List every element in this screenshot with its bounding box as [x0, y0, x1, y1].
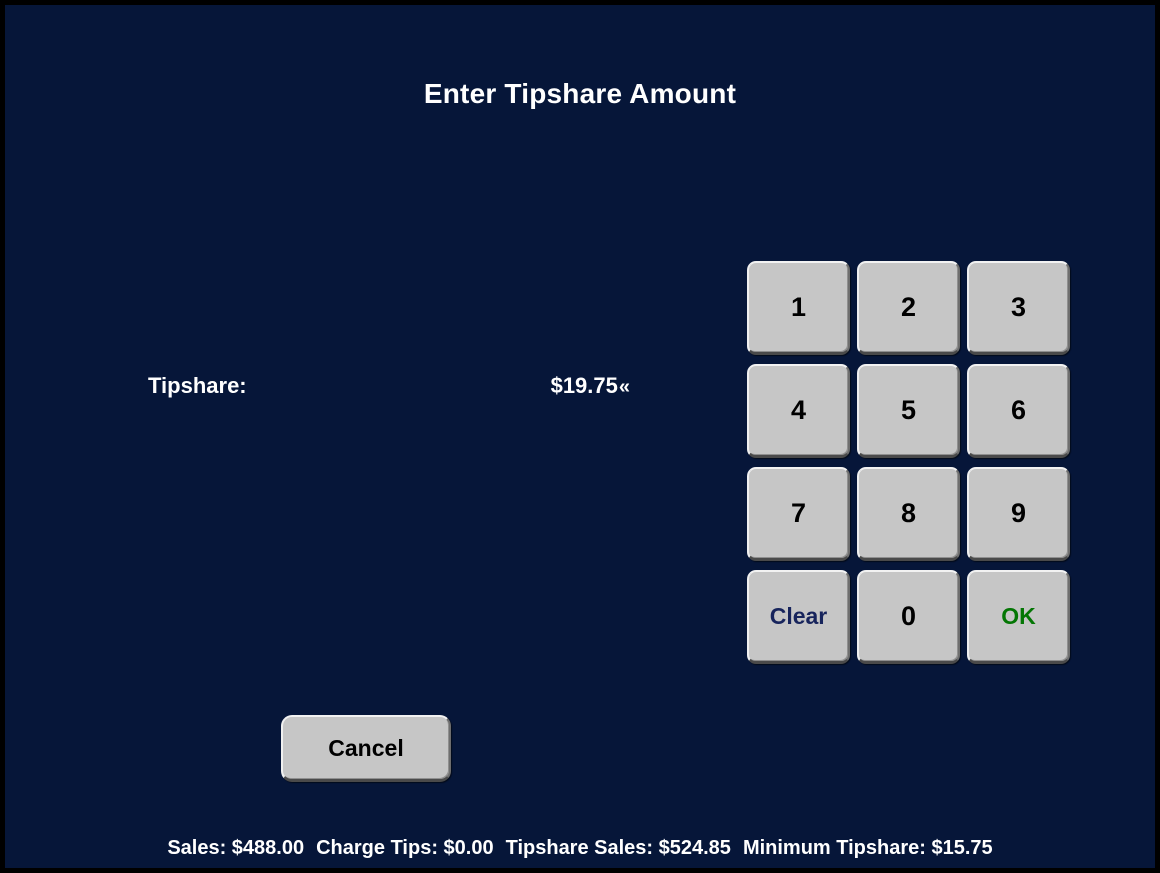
status-segment: Charge Tips: $0.00 [316, 837, 494, 859]
status-bar: Sales: $488.00 Charge Tips: $0.00 Tipshare… [5, 837, 1155, 860]
tipshare-label: Tipshare: [148, 373, 247, 398]
pos-terminal-screen: Enter Tipshare Amount Tipshare: $19.75« … [0, 0, 1160, 873]
status-segment: Minimum Tipshare: $15.75 [742, 837, 993, 859]
key-5[interactable]: 5 [857, 364, 960, 458]
key-1[interactable]: 1 [747, 261, 850, 355]
key-2-cell: 2 [857, 258, 960, 361]
key-3[interactable]: 3 [967, 261, 1070, 355]
cancel-button[interactable]: Cancel [281, 715, 451, 782]
key-6[interactable]: 6 [967, 364, 1070, 458]
key-6-cell: 6 [967, 361, 1070, 464]
dialog-canvas: Enter Tipshare Amount Tipshare: $19.75« … [5, 5, 1155, 868]
status-segment: Tipshare Sales: $524.85 [505, 837, 731, 859]
key-8-cell: 8 [857, 464, 960, 567]
cursor-marker-icon: « [618, 376, 630, 398]
key-ok-cell: OK [967, 567, 1070, 670]
key-4-cell: 4 [747, 361, 850, 464]
key-0-cell: 0 [857, 567, 960, 670]
tipshare-value: $19.75 [550, 373, 618, 398]
key-clear-cell: Clear [747, 567, 850, 670]
key-9[interactable]: 9 [967, 467, 1070, 561]
key-2[interactable]: 2 [857, 261, 960, 355]
tipshare-input[interactable]: $19.75« [335, 373, 630, 399]
key-9-cell: 9 [967, 464, 1070, 567]
key-1-cell: 1 [747, 258, 850, 361]
key-3-cell: 3 [967, 258, 1070, 361]
key-7-cell: 7 [747, 464, 850, 567]
numeric-keypad: 1 2 3 4 5 6 7 8 9 Clear 0 OK [747, 258, 1071, 670]
page-title: Enter Tipshare Amount [423, 78, 737, 109]
key-5-cell: 5 [857, 361, 960, 464]
key-ok[interactable]: OK [967, 570, 1070, 664]
status-segment: Sales: $488.00 [167, 837, 305, 859]
key-clear[interactable]: Clear [747, 570, 850, 664]
key-8[interactable]: 8 [857, 467, 960, 561]
key-4[interactable]: 4 [747, 364, 850, 458]
key-7[interactable]: 7 [747, 467, 850, 561]
key-0[interactable]: 0 [857, 570, 960, 664]
